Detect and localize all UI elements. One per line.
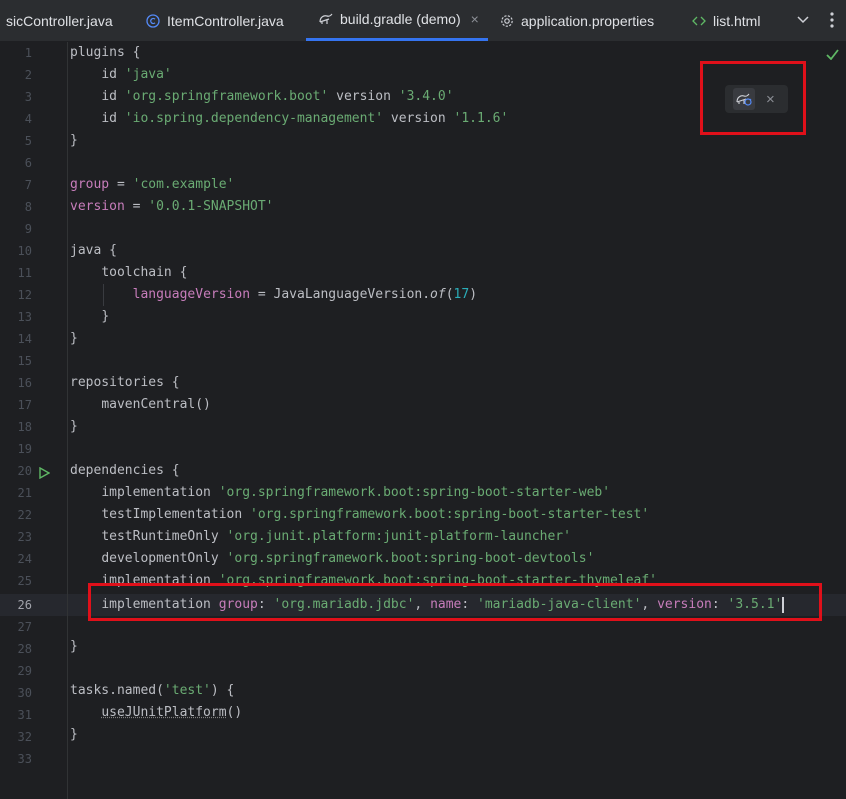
gradle-icon	[318, 11, 334, 27]
line-number[interactable]: 31	[0, 704, 32, 726]
line-number[interactable]: 20	[0, 460, 32, 482]
tab-label: sicController.java	[6, 12, 113, 29]
more-options-icon[interactable]	[822, 10, 842, 30]
html-code-icon	[691, 13, 707, 29]
line-number[interactable]: 24	[0, 548, 32, 570]
editor-tab-bar: sicController.java ItemController.java b…	[0, 0, 846, 42]
code-line: }	[70, 133, 78, 148]
line-number[interactable]: 5	[0, 130, 32, 152]
line-number[interactable]: 17	[0, 394, 32, 416]
code-line: testRuntimeOnly 'org.junit.platform:juni…	[101, 529, 571, 544]
line-number[interactable]: 27	[0, 616, 32, 638]
code-line: }	[70, 727, 78, 742]
line-number[interactable]: 22	[0, 504, 32, 526]
code-line: languageVersion = JavaLanguageVersion.of…	[132, 287, 478, 302]
run-gradle-task-icon[interactable]	[38, 462, 52, 484]
text-caret	[782, 596, 785, 613]
gradle-reload-icon[interactable]	[733, 88, 755, 110]
line-number[interactable]: 18	[0, 416, 32, 438]
line-number[interactable]: 11	[0, 262, 32, 284]
code-line: id 'java'	[101, 67, 172, 82]
line-number[interactable]: 28	[0, 638, 32, 660]
code-line: useJUnitPlatform()	[101, 705, 243, 720]
line-number[interactable]: 12	[0, 284, 32, 306]
code-line: developmentOnly 'org.springframework.boo…	[101, 551, 595, 566]
code-line: testImplementation 'org.springframework.…	[101, 507, 650, 522]
gradle-reload-popup: ×	[725, 85, 788, 113]
line-number[interactable]: 14	[0, 328, 32, 350]
line-number[interactable]: 7	[0, 174, 32, 196]
tab-list-html[interactable]: list.html	[691, 0, 760, 41]
line-number[interactable]: 21	[0, 482, 32, 504]
line-number[interactable]: 6	[0, 152, 32, 174]
code-line: group = 'com.example'	[70, 177, 235, 192]
tab-basic-controller[interactable]: sicController.java	[6, 0, 113, 41]
tab-label: build.gradle (demo)	[340, 11, 461, 27]
code-line: mavenCentral()	[101, 397, 211, 412]
line-number[interactable]: 9	[0, 218, 32, 240]
code-line: }	[70, 639, 78, 654]
line-number-gutter[interactable]: 1 2 3 4 5 6 7 8 9 10 11 12 13 14 15 16 17 18 19 20 21 22 23 24 2…	[0, 42, 68, 799]
line-number[interactable]: 15	[0, 350, 32, 372]
code-line: plugins {	[70, 45, 141, 60]
settings-gear-icon	[499, 13, 515, 29]
close-popup-icon[interactable]: ×	[766, 91, 775, 108]
line-number[interactable]: 8	[0, 196, 32, 218]
tab-application-properties[interactable]: application.properties	[499, 0, 654, 41]
code-line: implementation 'org.springframework.boot…	[101, 485, 611, 500]
code-line: repositories {	[70, 375, 180, 390]
chevron-down-icon[interactable]	[793, 10, 813, 30]
tab-label: application.properties	[521, 12, 655, 29]
tab-label: list.html	[713, 12, 761, 29]
line-number[interactable]: 29	[0, 660, 32, 682]
code-line: dependencies {	[70, 463, 180, 478]
code-line: java {	[70, 243, 117, 258]
line-number[interactable]: 2	[0, 64, 32, 86]
line-number[interactable]: 16	[0, 372, 32, 394]
line-number[interactable]: 25	[0, 570, 32, 592]
line-number[interactable]: 3	[0, 86, 32, 108]
tab-item-controller[interactable]: ItemController.java	[145, 0, 284, 41]
line-number[interactable]: 10	[0, 240, 32, 262]
tab-build-gradle[interactable]: build.gradle (demo) ×	[306, 0, 488, 41]
tab-label: ItemController.java	[167, 12, 284, 29]
code-line: version = '0.0.1-SNAPSHOT'	[70, 199, 274, 214]
code-line: }	[70, 331, 78, 346]
line-number[interactable]: 19	[0, 438, 32, 460]
code-line: }	[101, 309, 110, 324]
code-line: implementation 'org.springframework.boot…	[101, 573, 658, 588]
close-tab-icon[interactable]: ×	[471, 11, 479, 27]
code-line-current: implementation group: 'org.mariadb.jdbc'…	[101, 596, 785, 613]
code-line: toolchain {	[101, 265, 188, 280]
line-number[interactable]: 1	[0, 42, 32, 64]
editor-scrollbar[interactable]	[838, 60, 846, 799]
code-line: }	[70, 419, 78, 434]
code-area[interactable]: plugins { id 'java' id 'org.springframew…	[70, 42, 846, 799]
line-number[interactable]: 33	[0, 748, 32, 770]
java-class-icon	[145, 13, 161, 29]
line-number[interactable]: 30	[0, 682, 32, 704]
line-number[interactable]: 23	[0, 526, 32, 548]
line-number[interactable]: 26	[0, 594, 32, 616]
line-number[interactable]: 4	[0, 108, 32, 130]
line-number[interactable]: 32	[0, 726, 32, 748]
code-line: tasks.named('test') {	[70, 683, 235, 698]
code-editor[interactable]: 1 2 3 4 5 6 7 8 9 10 11 12 13 14 15 16 17 18 19 20 21 22 23 24 2…	[0, 42, 846, 799]
line-number[interactable]: 13	[0, 306, 32, 328]
